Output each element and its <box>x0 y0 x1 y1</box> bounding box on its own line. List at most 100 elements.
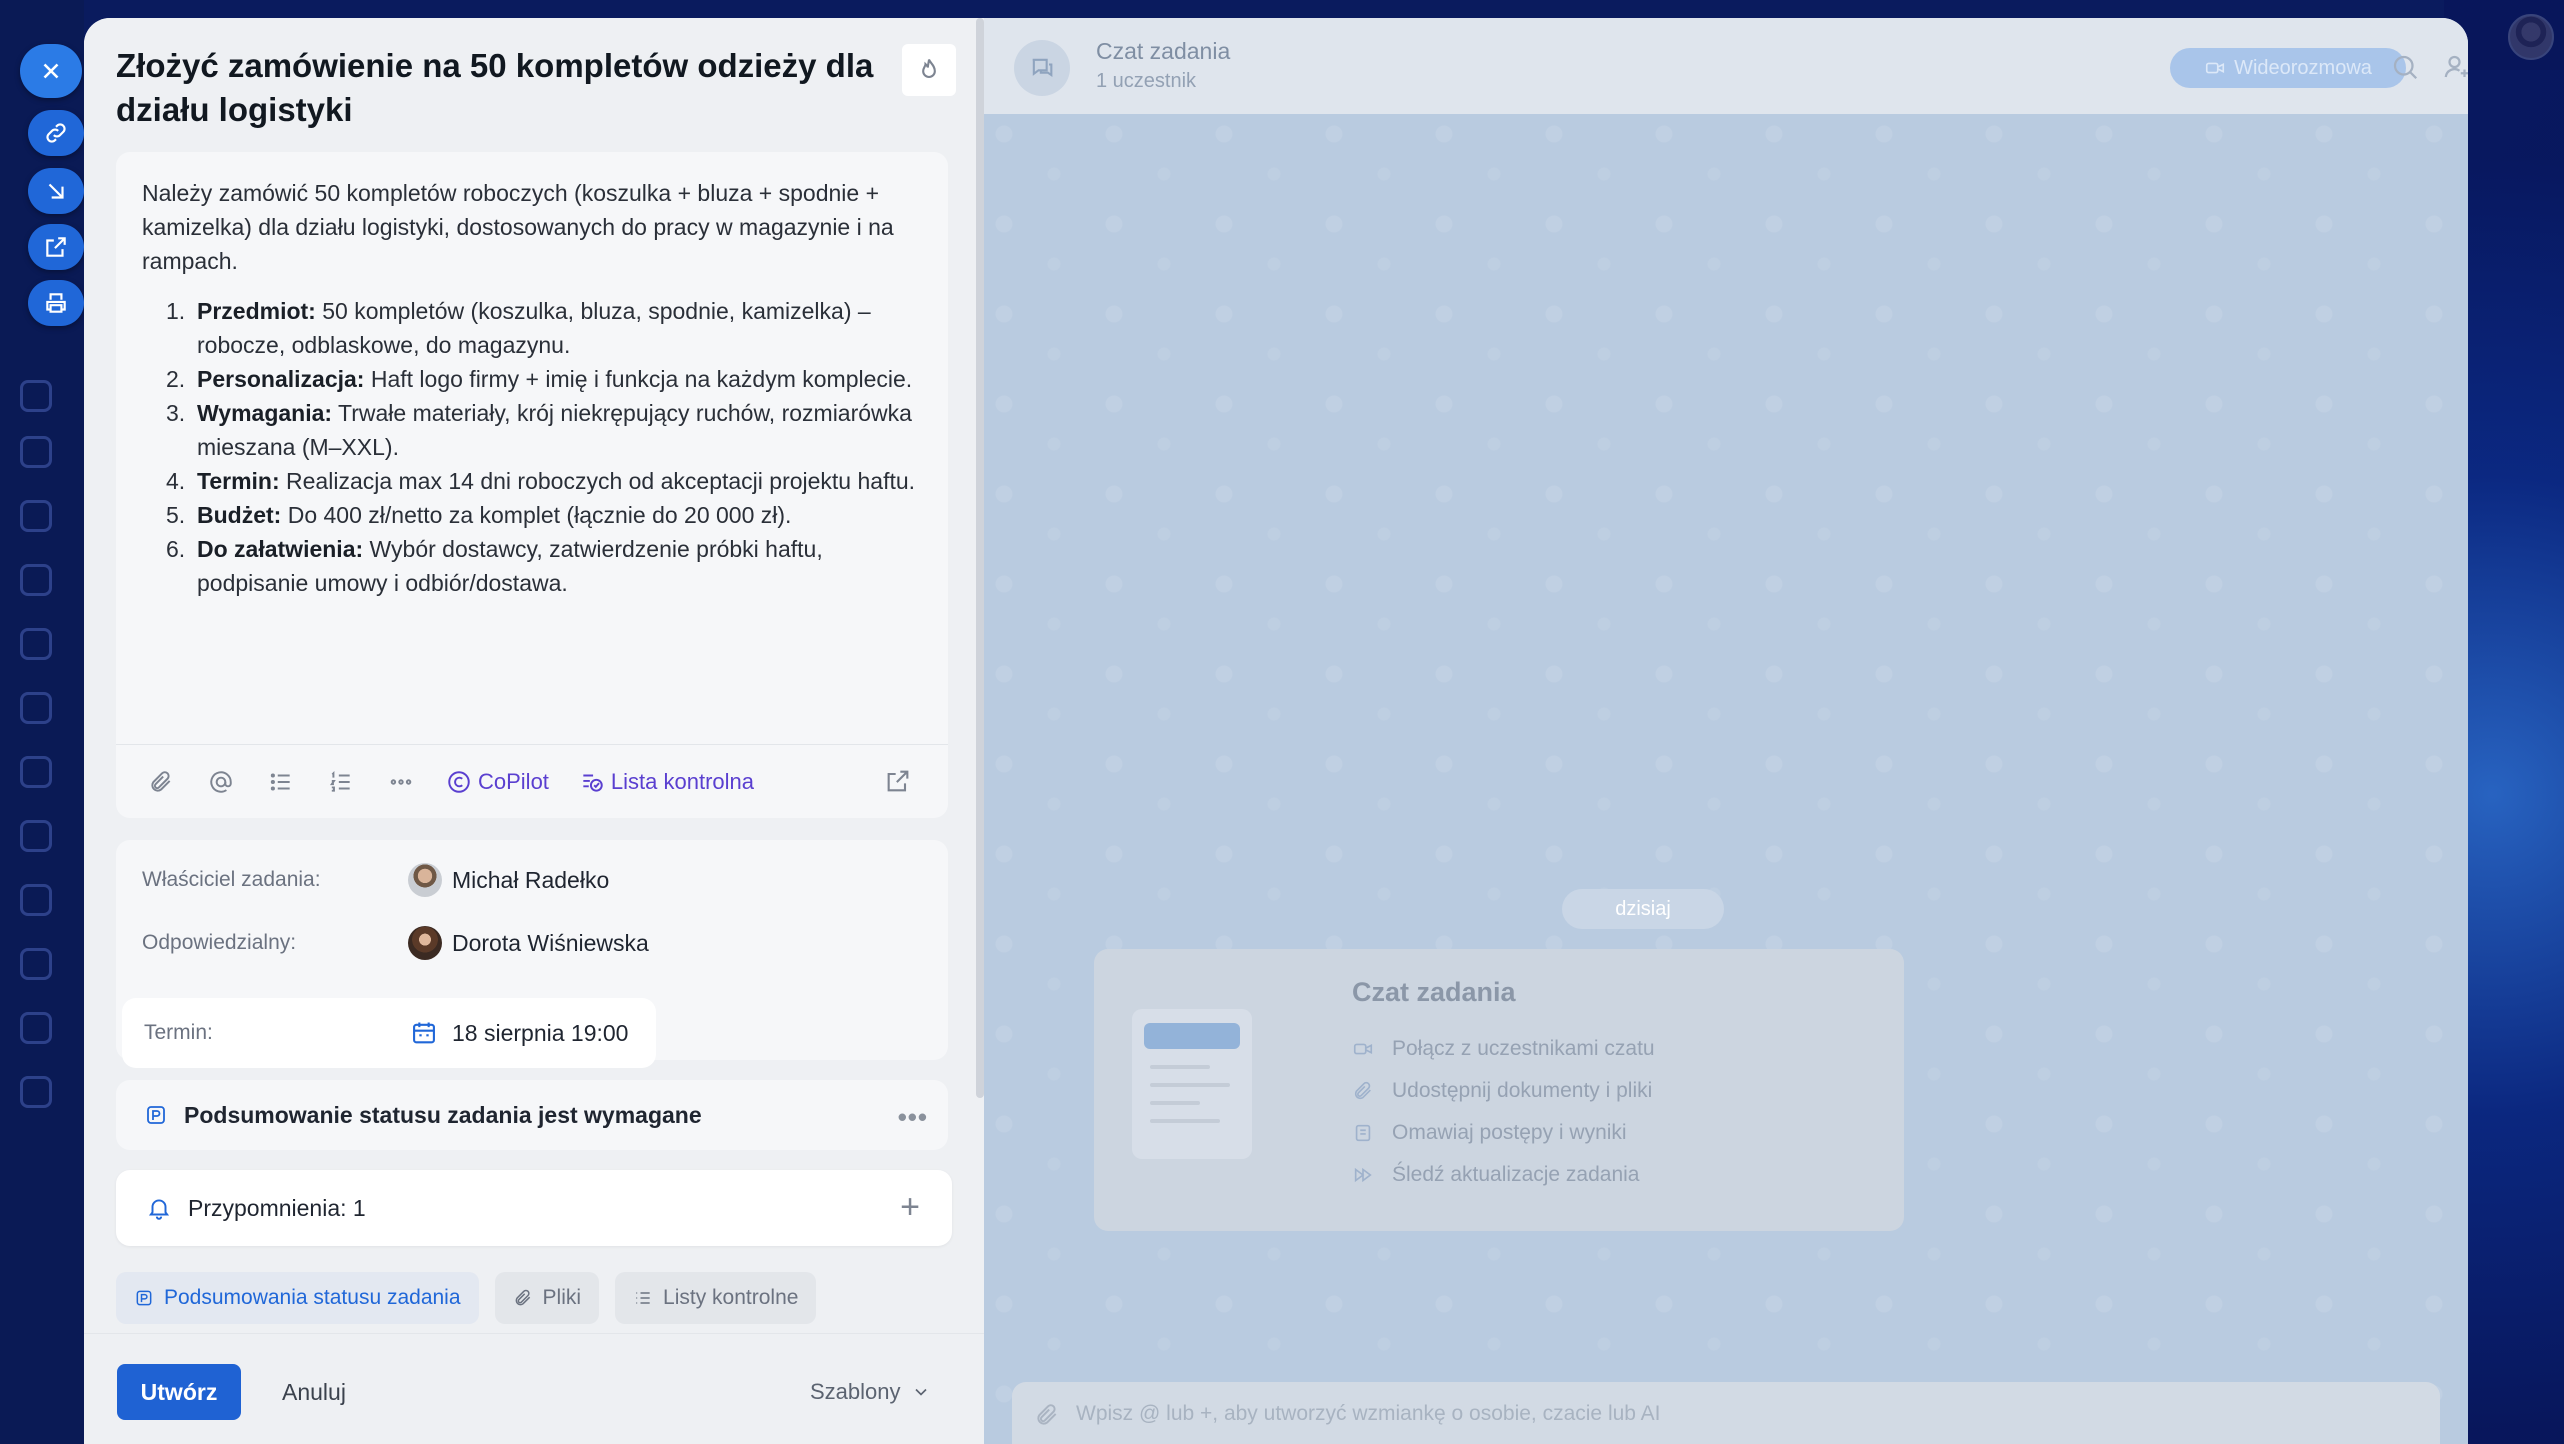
bullet-list-button[interactable] <box>266 767 296 797</box>
more-options-button[interactable]: ••• <box>898 1102 928 1133</box>
chat-avatar <box>1014 40 1070 96</box>
sidebar-icon <box>20 1012 52 1044</box>
chat-messages[interactable]: dzisiaj Czat zadania Połącz z uczestnika… <box>984 114 2468 1444</box>
sidebar-icon <box>20 628 52 660</box>
chat-intro-card: Czat zadania Połącz z uczestnikami czatu… <box>1094 949 1904 1231</box>
owner-selector[interactable]: Michał Radełko <box>408 863 609 897</box>
task-modal: Złożyć zamówienie na 50 kompletów odzież… <box>84 18 2468 1444</box>
status-summary-icon <box>136 1290 152 1306</box>
task-form-pane: Złożyć zamówienie na 50 kompletów odzież… <box>84 18 984 1444</box>
intro-item: Śledź aktualizacje zadania <box>1352 1163 1640 1187</box>
sidebar-icon <box>20 948 52 980</box>
templates-dropdown[interactable]: Szablony <box>810 1364 931 1420</box>
numbered-list-icon <box>329 770 350 792</box>
status-summary-card[interactable]: Podsumowanie statusu zadania jest wymaga… <box>116 1080 948 1150</box>
checklist-icon <box>583 774 603 792</box>
date-separator: dzisiaj <box>1562 889 1724 929</box>
sidebar-icon <box>20 692 52 724</box>
editor-toolbar: CoPilot Lista kontrolna <box>116 744 948 818</box>
description-list: 1. Przedmiot: 50 kompletów (koszulka, blu… <box>142 294 932 600</box>
background-sidebar <box>0 0 84 1444</box>
checklist-button[interactable]: Lista kontrolna <box>579 769 754 795</box>
task-description-editor[interactable]: Należy zamówić 50 kompletów roboczych (k… <box>116 152 948 818</box>
fast-forward-icon <box>1354 1167 1372 1183</box>
chat-bubbles-icon <box>1032 58 1053 77</box>
video-call-button[interactable]: Wideorozmowa <box>2170 48 2406 88</box>
list-item: 5. Budżet: Do 400 zł/netto za komplet (łą… <box>166 502 792 528</box>
open-external-button[interactable] <box>28 224 84 270</box>
chip-files[interactable]: Pliki <box>494 1272 600 1324</box>
add-reminder-button[interactable]: + <box>900 1188 920 1227</box>
sidebar-icon <box>20 756 52 788</box>
chip-checklists[interactable]: Listy kontrolne <box>615 1272 817 1324</box>
paperclip-icon <box>515 1289 530 1306</box>
paperclip-icon <box>1037 1404 1057 1425</box>
sidebar-icon <box>20 1076 52 1108</box>
flame-icon <box>922 59 936 79</box>
copilot-button[interactable]: CoPilot <box>446 769 549 795</box>
create-button[interactable]: Utwórz <box>117 1364 241 1420</box>
bell-icon <box>148 1199 170 1220</box>
cancel-button[interactable]: Anuluj <box>282 1364 346 1420</box>
deadline-picker[interactable]: 18 sierpnia 19:00 <box>410 1019 628 1047</box>
sidebar-icon <box>20 500 52 532</box>
more-formatting-button[interactable] <box>386 767 416 797</box>
copy-link-button[interactable] <box>28 110 84 156</box>
close-button[interactable] <box>20 44 82 98</box>
scrollbar[interactable] <box>976 18 984 1098</box>
print-button[interactable] <box>28 280 84 326</box>
chip-status-summaries[interactable]: Podsumowania statusu zadania <box>116 1272 479 1324</box>
important-toggle[interactable] <box>902 44 956 96</box>
chat-search-button[interactable] <box>2390 52 2420 82</box>
attach-file-button[interactable] <box>146 767 176 797</box>
chevron-down-icon <box>914 1388 927 1396</box>
copilot-icon <box>448 770 470 793</box>
reminders-card[interactable]: Przypomnienia: 1 + <box>116 1170 952 1246</box>
download-button[interactable] <box>28 168 84 214</box>
status-summary-icon <box>147 1106 165 1124</box>
mention-button[interactable] <box>206 767 236 797</box>
task-chat-pane: Czat zadania 1 uczestnik Wideorozmowa dz… <box>984 18 2468 1444</box>
list-item: 6. Do załatwienia: Wybór dostawcy, zatwie… <box>166 536 823 596</box>
description-intro: Należy zamówić 50 kompletów roboczych (k… <box>142 180 894 274</box>
link-icon <box>46 123 66 143</box>
document-icon <box>1355 1124 1371 1142</box>
expand-editor-button[interactable] <box>884 767 912 795</box>
deadline-row: Termin: 18 sierpnia 19:00 <box>144 1019 629 1047</box>
task-title[interactable]: Złożyć zamówienie na 50 kompletów odzież… <box>116 44 976 132</box>
chat-illustration <box>1132 1009 1252 1159</box>
paperclip-icon <box>151 770 171 792</box>
user-avatar[interactable] <box>2508 14 2554 60</box>
sidebar-icon <box>20 884 52 916</box>
message-composer[interactable]: Wpisz @ lub +, aby utworzyć wzmiankę o o… <box>1012 1382 2440 1444</box>
chat-title: Czat zadania <box>1096 38 1231 64</box>
intro-item: Połącz z uczestnikami czatu <box>1352 1037 1655 1061</box>
add-participant-button[interactable] <box>2442 52 2468 82</box>
paperclip-icon <box>1354 1081 1371 1100</box>
sidebar-icon <box>20 564 52 596</box>
intro-item: Udostępnij dokumenty i pliki <box>1352 1079 1652 1103</box>
chat-header: Czat zadania 1 uczestnik Wideorozmowa <box>984 18 2468 114</box>
numbered-list-button[interactable] <box>326 767 356 797</box>
chat-participants[interactable]: 1 uczestnik <box>1096 70 1196 93</box>
owner-row: Właściciel zadania: Michał Radełko <box>142 860 609 900</box>
arrow-down-right-icon <box>48 183 64 199</box>
task-form-scroll[interactable]: Złożyć zamówienie na 50 kompletów odzież… <box>84 18 984 1333</box>
intro-item: Omawiaj postępy i wyniki <box>1352 1121 1627 1145</box>
calendar-icon <box>413 1022 435 1044</box>
sidebar-icon <box>20 436 52 468</box>
add-user-icon <box>2444 55 2468 78</box>
attach-button[interactable] <box>1034 1402 1060 1428</box>
assignee-selector[interactable]: Dorota Wiśniewska <box>408 926 649 960</box>
message-input[interactable]: Wpisz @ lub +, aby utworzyć wzmiankę o o… <box>1076 1402 1660 1426</box>
at-sign-icon <box>210 770 232 793</box>
list-item: 1. Przedmiot: 50 kompletów (koszulka, blu… <box>166 298 871 358</box>
avatar <box>408 926 442 960</box>
task-sections-chips: Podsumowania statusu zadania Pliki Listy… <box>116 1272 832 1326</box>
search-icon <box>2393 55 2418 80</box>
printer-icon <box>46 293 66 313</box>
more-dots-icon <box>390 778 412 785</box>
video-camera-icon <box>1353 1043 1373 1055</box>
form-footer: Utwórz Anuluj Szablony <box>84 1333 984 1444</box>
list-item: 3. Wymagania: Trwałe materiały, krój niek… <box>166 400 912 460</box>
